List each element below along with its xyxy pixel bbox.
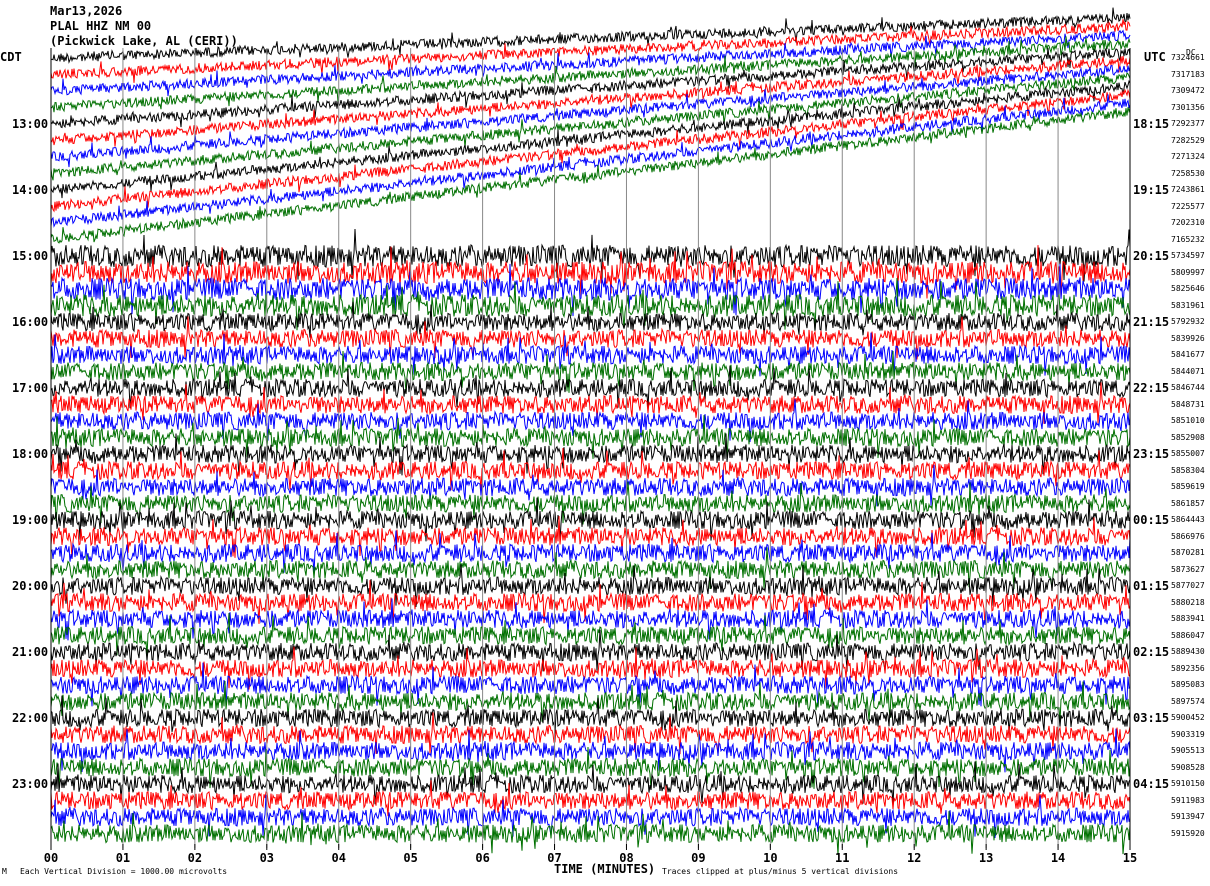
dc-value: 5915920 xyxy=(1171,828,1205,838)
dc-value: 5846744 xyxy=(1171,383,1205,392)
dc-value: 5908528 xyxy=(1171,762,1205,772)
scale-note: Each Vertical Division = 1000.00 microvo… xyxy=(20,867,228,876)
dc-value: 7292377 xyxy=(1171,119,1205,128)
dc-value: 5892356 xyxy=(1171,663,1205,673)
dc-value: 7301356 xyxy=(1171,102,1205,112)
cdt-hour-label: 22:00 xyxy=(12,711,49,725)
cdt-hour-label: 20:00 xyxy=(12,579,49,593)
utc-hour-label: 02:15 xyxy=(1133,645,1170,659)
dc-value: 7225577 xyxy=(1171,201,1205,211)
x-tick-label: 05 xyxy=(403,851,418,865)
x-tick-label: 10 xyxy=(763,851,778,865)
x-axis-title: TIME (MINUTES) xyxy=(554,862,656,876)
cdt-hour-label: 19:00 xyxy=(12,513,49,527)
dc-value: 5913947 xyxy=(1171,812,1205,821)
dc-value: 7309472 xyxy=(1171,86,1205,95)
dc-value: 7282529 xyxy=(1171,135,1205,145)
utc-hour-label: 19:15 xyxy=(1133,183,1170,197)
dc-value: 5864443 xyxy=(1171,515,1205,524)
cdt-hour-label: 21:00 xyxy=(12,645,49,659)
dc-value: 5855007 xyxy=(1171,449,1205,458)
utc-hour-label: 20:15 xyxy=(1133,249,1170,263)
dc-value: 5839926 xyxy=(1171,333,1205,343)
cdt-hour-label: 14:00 xyxy=(12,183,49,197)
x-tick-label: 13 xyxy=(978,851,994,865)
dc-value: 5866976 xyxy=(1171,531,1205,541)
x-tick-label: 02 xyxy=(187,851,203,865)
trace-row xyxy=(50,7,1131,64)
corner-mark: M xyxy=(2,867,7,876)
dc-value: 5861857 xyxy=(1171,498,1205,508)
dc-value: 7324661 xyxy=(1171,53,1205,62)
dc-value: 7243861 xyxy=(1171,185,1205,194)
dc-value: 5883941 xyxy=(1171,614,1205,623)
dc-value: 7317183 xyxy=(1171,69,1205,79)
clip-note: Traces clipped at plus/minus 5 vertical … xyxy=(662,867,899,876)
utc-hour-label: 21:15 xyxy=(1133,315,1170,329)
trace-row xyxy=(50,88,1131,213)
dc-value: 5911983 xyxy=(1171,795,1205,805)
dc-value: 5886047 xyxy=(1171,630,1205,640)
cdt-hour-label: 15:00 xyxy=(12,249,49,263)
x-tick-label: 09 xyxy=(691,851,706,865)
dc-value: 5851010 xyxy=(1171,416,1205,425)
dc-value: 5895083 xyxy=(1171,680,1205,689)
x-tick-label: 12 xyxy=(906,851,922,865)
utc-hour-label: 18:15 xyxy=(1133,117,1170,131)
dc-value: 5900452 xyxy=(1171,713,1205,722)
cdt-hour-label: 23:00 xyxy=(12,777,49,791)
dc-value: 5903319 xyxy=(1171,729,1205,739)
utc-hour-label: 23:15 xyxy=(1133,447,1170,461)
x-tick-label: 11 xyxy=(835,851,850,865)
dc-value: 5848731 xyxy=(1171,399,1205,409)
dc-value: 5792932 xyxy=(1171,317,1205,326)
cdt-hour-label: 16:00 xyxy=(12,315,49,329)
dc-value: 5825646 xyxy=(1171,284,1205,293)
dc-value: 5844071 xyxy=(1171,366,1205,376)
dc-value: 7258530 xyxy=(1171,168,1205,178)
dc-value: 5858304 xyxy=(1171,465,1205,475)
x-tick-label: 14 xyxy=(1050,851,1066,865)
utc-hour-label: 22:15 xyxy=(1133,381,1170,395)
helicorder-plot xyxy=(50,7,1131,855)
dc-value: 7165232 xyxy=(1171,234,1205,244)
dc-value: 5831961 xyxy=(1171,300,1205,310)
x-tick-label: 03 xyxy=(259,851,275,865)
x-tick-label: 01 xyxy=(115,851,131,865)
cdt-hour-label: 18:00 xyxy=(12,447,49,461)
utc-hour-label: 01:15 xyxy=(1133,579,1170,593)
x-tick-label: 00 xyxy=(43,851,59,865)
dc-value: 7202310 xyxy=(1171,218,1205,227)
dc-value: 5877027 xyxy=(1171,581,1205,590)
x-tick-label: 04 xyxy=(331,851,346,865)
cdt-hour-label: 17:00 xyxy=(12,381,49,395)
dc-value: 5841677 xyxy=(1171,350,1205,359)
dc-value: 5873627 xyxy=(1171,564,1205,574)
dc-value: 5852908 xyxy=(1171,432,1205,442)
dc-value: 5809997 xyxy=(1171,267,1205,277)
utc-hour-label: 03:15 xyxy=(1133,711,1170,725)
utc-hour-label: 00:15 xyxy=(1133,513,1170,527)
dc-value: 5897574 xyxy=(1171,696,1205,706)
cdt-axis-label: CDT xyxy=(0,50,22,64)
dc-value: 5734597 xyxy=(1171,251,1205,260)
x-tick-label: 06 xyxy=(475,851,490,865)
dc-value: 5870281 xyxy=(1171,548,1205,557)
utc-hour-label: 04:15 xyxy=(1133,777,1170,791)
x-tick-label: 15 xyxy=(1122,851,1138,865)
dc-value: 5905513 xyxy=(1171,746,1205,755)
dc-value: 5889430 xyxy=(1171,647,1205,656)
dc-value: 5910150 xyxy=(1171,779,1205,788)
cdt-hour-label: 13:00 xyxy=(12,117,49,131)
utc-axis-label: UTC xyxy=(1144,50,1166,64)
dc-value: 5880218 xyxy=(1171,597,1205,607)
dc-value: 5859619 xyxy=(1171,482,1205,491)
dc-value: 7271324 xyxy=(1171,152,1205,161)
